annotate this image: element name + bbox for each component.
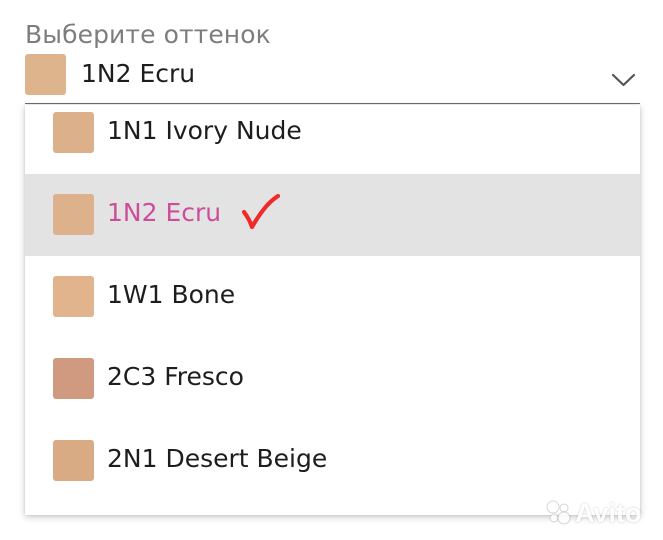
shade-dropdown-menu: 1N1 Ivory Nude 1N2 Ecru 1W1 Bone 2C3 Fre…	[25, 105, 640, 515]
shade-swatch	[53, 358, 94, 399]
shade-swatch	[53, 112, 94, 153]
shade-option-1n2-ecru[interactable]: 1N2 Ecru	[25, 174, 640, 256]
shade-option-1w1-bone[interactable]: 1W1 Bone	[25, 256, 640, 338]
shade-option-2c3-fresco[interactable]: 2C3 Fresco	[25, 338, 640, 420]
shade-option-label: 1N2 Ecru	[107, 198, 222, 227]
avito-watermark-text: Avito	[575, 498, 642, 528]
red-checkmark-icon	[241, 193, 281, 230]
chevron-down-icon[interactable]	[611, 72, 636, 88]
shade-select-control[interactable]: 1N2 Ecru	[25, 52, 640, 104]
shade-option-label: 2C3 Fresco	[107, 362, 244, 391]
selected-shade-text: 1N2 Ecru	[81, 59, 196, 88]
shade-option-label: 1N1 Ivory Nude	[107, 116, 302, 145]
shade-option-1n1-ivory-nude[interactable]: 1N1 Ivory Nude	[25, 105, 640, 174]
shade-swatch	[53, 194, 94, 235]
shade-option-label: 2N1 Desert Beige	[107, 444, 328, 473]
shade-swatch	[53, 276, 94, 317]
shade-option-label: 1W1 Bone	[107, 280, 236, 309]
avito-watermark: Avito	[546, 498, 651, 528]
avito-logo-icon	[546, 500, 571, 525]
shade-option-2n1-desert-beige[interactable]: 2N1 Desert Beige	[25, 420, 640, 502]
select-label: Выберите оттенок	[25, 20, 271, 49]
shade-swatch	[53, 440, 94, 481]
selected-shade-swatch	[25, 54, 66, 95]
shade-selector-page: Выберите оттенок 1N2 Ecru 1N1 Ivory Nude…	[0, 0, 663, 540]
